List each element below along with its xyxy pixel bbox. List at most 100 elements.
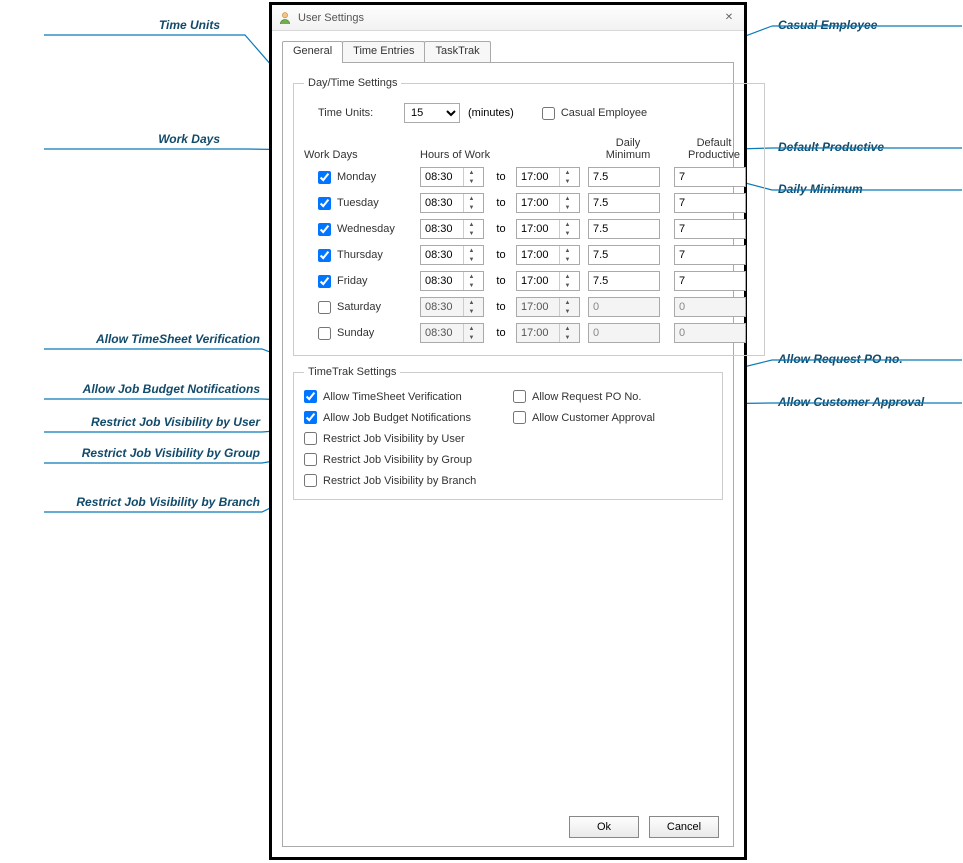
numeric-input[interactable] — [674, 271, 746, 291]
day-checkbox[interactable] — [318, 275, 331, 288]
spinner-down-icon: ▼ — [464, 333, 479, 342]
spinner-up-icon[interactable]: ▲ — [560, 246, 575, 255]
spinner-up-icon[interactable]: ▲ — [560, 194, 575, 203]
tab-tasktrak[interactable]: TaskTrak — [424, 41, 490, 63]
spinner-up-icon[interactable]: ▲ — [464, 220, 479, 229]
time-spinner[interactable]: ▲▼ — [420, 167, 484, 187]
numeric-input — [588, 323, 660, 343]
timetrak-option[interactable]: Restrict Job Visibility by Group — [304, 453, 503, 466]
time-spinner[interactable]: ▲▼ — [516, 271, 580, 291]
day-name: Monday — [337, 171, 376, 183]
casual-employee-checkbox-label[interactable]: Casual Employee — [542, 107, 647, 120]
numeric-input[interactable] — [588, 193, 660, 213]
tab-time-entries[interactable]: Time Entries — [342, 41, 425, 63]
timetrak-option[interactable]: Allow Customer Approval — [513, 411, 712, 424]
numeric-input[interactable] — [588, 271, 660, 291]
time-spinner-input[interactable] — [421, 220, 463, 238]
time-spinner-input — [421, 324, 463, 342]
spinner-down-icon[interactable]: ▼ — [464, 203, 479, 212]
time-spinner-input[interactable] — [421, 272, 463, 290]
day-checkbox[interactable] — [318, 197, 331, 210]
time-spinner[interactable]: ▲▼ — [516, 167, 580, 187]
day-checkbox-label[interactable]: Wednesday — [304, 223, 414, 236]
timetrak-checkbox[interactable] — [513, 411, 526, 424]
casual-employee-checkbox[interactable] — [542, 107, 555, 120]
timetrak-option[interactable]: Allow TimeSheet Verification — [304, 390, 503, 403]
spinner-down-icon: ▼ — [464, 307, 479, 316]
spinner-up-icon[interactable]: ▲ — [464, 246, 479, 255]
timetrak-checkbox[interactable] — [513, 390, 526, 403]
day-row: Monday▲▼to▲▼ — [304, 167, 754, 187]
numeric-input[interactable] — [674, 193, 746, 213]
timetrak-option-label: Restrict Job Visibility by Branch — [323, 475, 476, 487]
day-checkbox-label[interactable]: Tuesday — [304, 197, 414, 210]
spinner-down-icon[interactable]: ▼ — [464, 255, 479, 264]
day-checkbox-label[interactable]: Thursday — [304, 249, 414, 262]
day-checkbox[interactable] — [318, 223, 331, 236]
spinner-up-icon[interactable]: ▲ — [560, 272, 575, 281]
time-spinner[interactable]: ▲▼ — [420, 271, 484, 291]
close-button[interactable]: ✕ — [720, 11, 738, 25]
timetrak-option[interactable]: Allow Request PO No. — [513, 390, 712, 403]
time-spinner-input[interactable] — [517, 168, 559, 186]
spinner-down-icon[interactable]: ▼ — [560, 255, 575, 264]
time-spinner[interactable]: ▲▼ — [516, 193, 580, 213]
time-units-suffix: (minutes) — [468, 107, 514, 119]
spinner-up-icon[interactable]: ▲ — [464, 272, 479, 281]
spinner-up-icon[interactable]: ▲ — [560, 220, 575, 229]
time-spinner[interactable]: ▲▼ — [516, 245, 580, 265]
day-checkbox-label[interactable]: Monday — [304, 171, 414, 184]
timetrak-option[interactable]: Restrict Job Visibility by Branch — [304, 474, 503, 487]
numeric-input[interactable] — [588, 245, 660, 265]
day-checkbox-label[interactable]: Friday — [304, 275, 414, 288]
spinner-down-icon[interactable]: ▼ — [560, 229, 575, 238]
ok-button[interactable]: Ok — [569, 816, 639, 838]
time-spinner-input[interactable] — [517, 246, 559, 264]
spinner-up-icon[interactable]: ▲ — [464, 168, 479, 177]
window-title: User Settings — [298, 12, 364, 24]
time-spinner-input[interactable] — [517, 194, 559, 212]
time-spinner-input[interactable] — [421, 246, 463, 264]
numeric-input[interactable] — [674, 167, 746, 187]
time-units-select[interactable]: 15 — [404, 103, 460, 123]
time-spinner-input[interactable] — [421, 194, 463, 212]
numeric-input[interactable] — [588, 219, 660, 239]
spinner-down-icon[interactable]: ▼ — [464, 177, 479, 186]
day-checkbox[interactable] — [318, 171, 331, 184]
spinner-down-icon[interactable]: ▼ — [560, 177, 575, 186]
header-hours-of-work: Hours of Work — [420, 149, 582, 161]
to-label: to — [492, 197, 510, 209]
spinner-down-icon[interactable]: ▼ — [560, 281, 575, 290]
time-spinner-input[interactable] — [517, 220, 559, 238]
day-checkbox[interactable] — [318, 249, 331, 262]
timetrak-checkbox[interactable] — [304, 432, 317, 445]
numeric-input[interactable] — [674, 219, 746, 239]
numeric-input[interactable] — [674, 245, 746, 265]
time-spinner[interactable]: ▲▼ — [516, 219, 580, 239]
time-spinner[interactable]: ▲▼ — [420, 193, 484, 213]
timetrak-checkbox[interactable] — [304, 474, 317, 487]
timetrak-option[interactable]: Restrict Job Visibility by User — [304, 432, 503, 445]
header-work-days: Work Days — [304, 149, 414, 161]
day-checkbox[interactable] — [318, 327, 331, 340]
timetrak-checkbox[interactable] — [304, 390, 317, 403]
time-spinner-input[interactable] — [517, 272, 559, 290]
numeric-input[interactable] — [588, 167, 660, 187]
spinner-up-icon[interactable]: ▲ — [464, 194, 479, 203]
day-checkbox-label[interactable]: Sunday — [304, 327, 414, 340]
spinner-down-icon[interactable]: ▼ — [464, 229, 479, 238]
day-checkbox[interactable] — [318, 301, 331, 314]
callout-restrict-branch: Restrict Job Visibility by Branch — [0, 495, 260, 509]
spinner-down-icon[interactable]: ▼ — [560, 203, 575, 212]
tab-general[interactable]: General — [282, 41, 343, 63]
spinner-down-icon[interactable]: ▼ — [464, 281, 479, 290]
cancel-button[interactable]: Cancel — [649, 816, 719, 838]
spinner-up-icon[interactable]: ▲ — [560, 168, 575, 177]
time-spinner[interactable]: ▲▼ — [420, 219, 484, 239]
timetrak-checkbox[interactable] — [304, 411, 317, 424]
timetrak-checkbox[interactable] — [304, 453, 317, 466]
day-checkbox-label[interactable]: Saturday — [304, 301, 414, 314]
timetrak-option[interactable]: Allow Job Budget Notifications — [304, 411, 503, 424]
time-spinner[interactable]: ▲▼ — [420, 245, 484, 265]
time-spinner-input[interactable] — [421, 168, 463, 186]
